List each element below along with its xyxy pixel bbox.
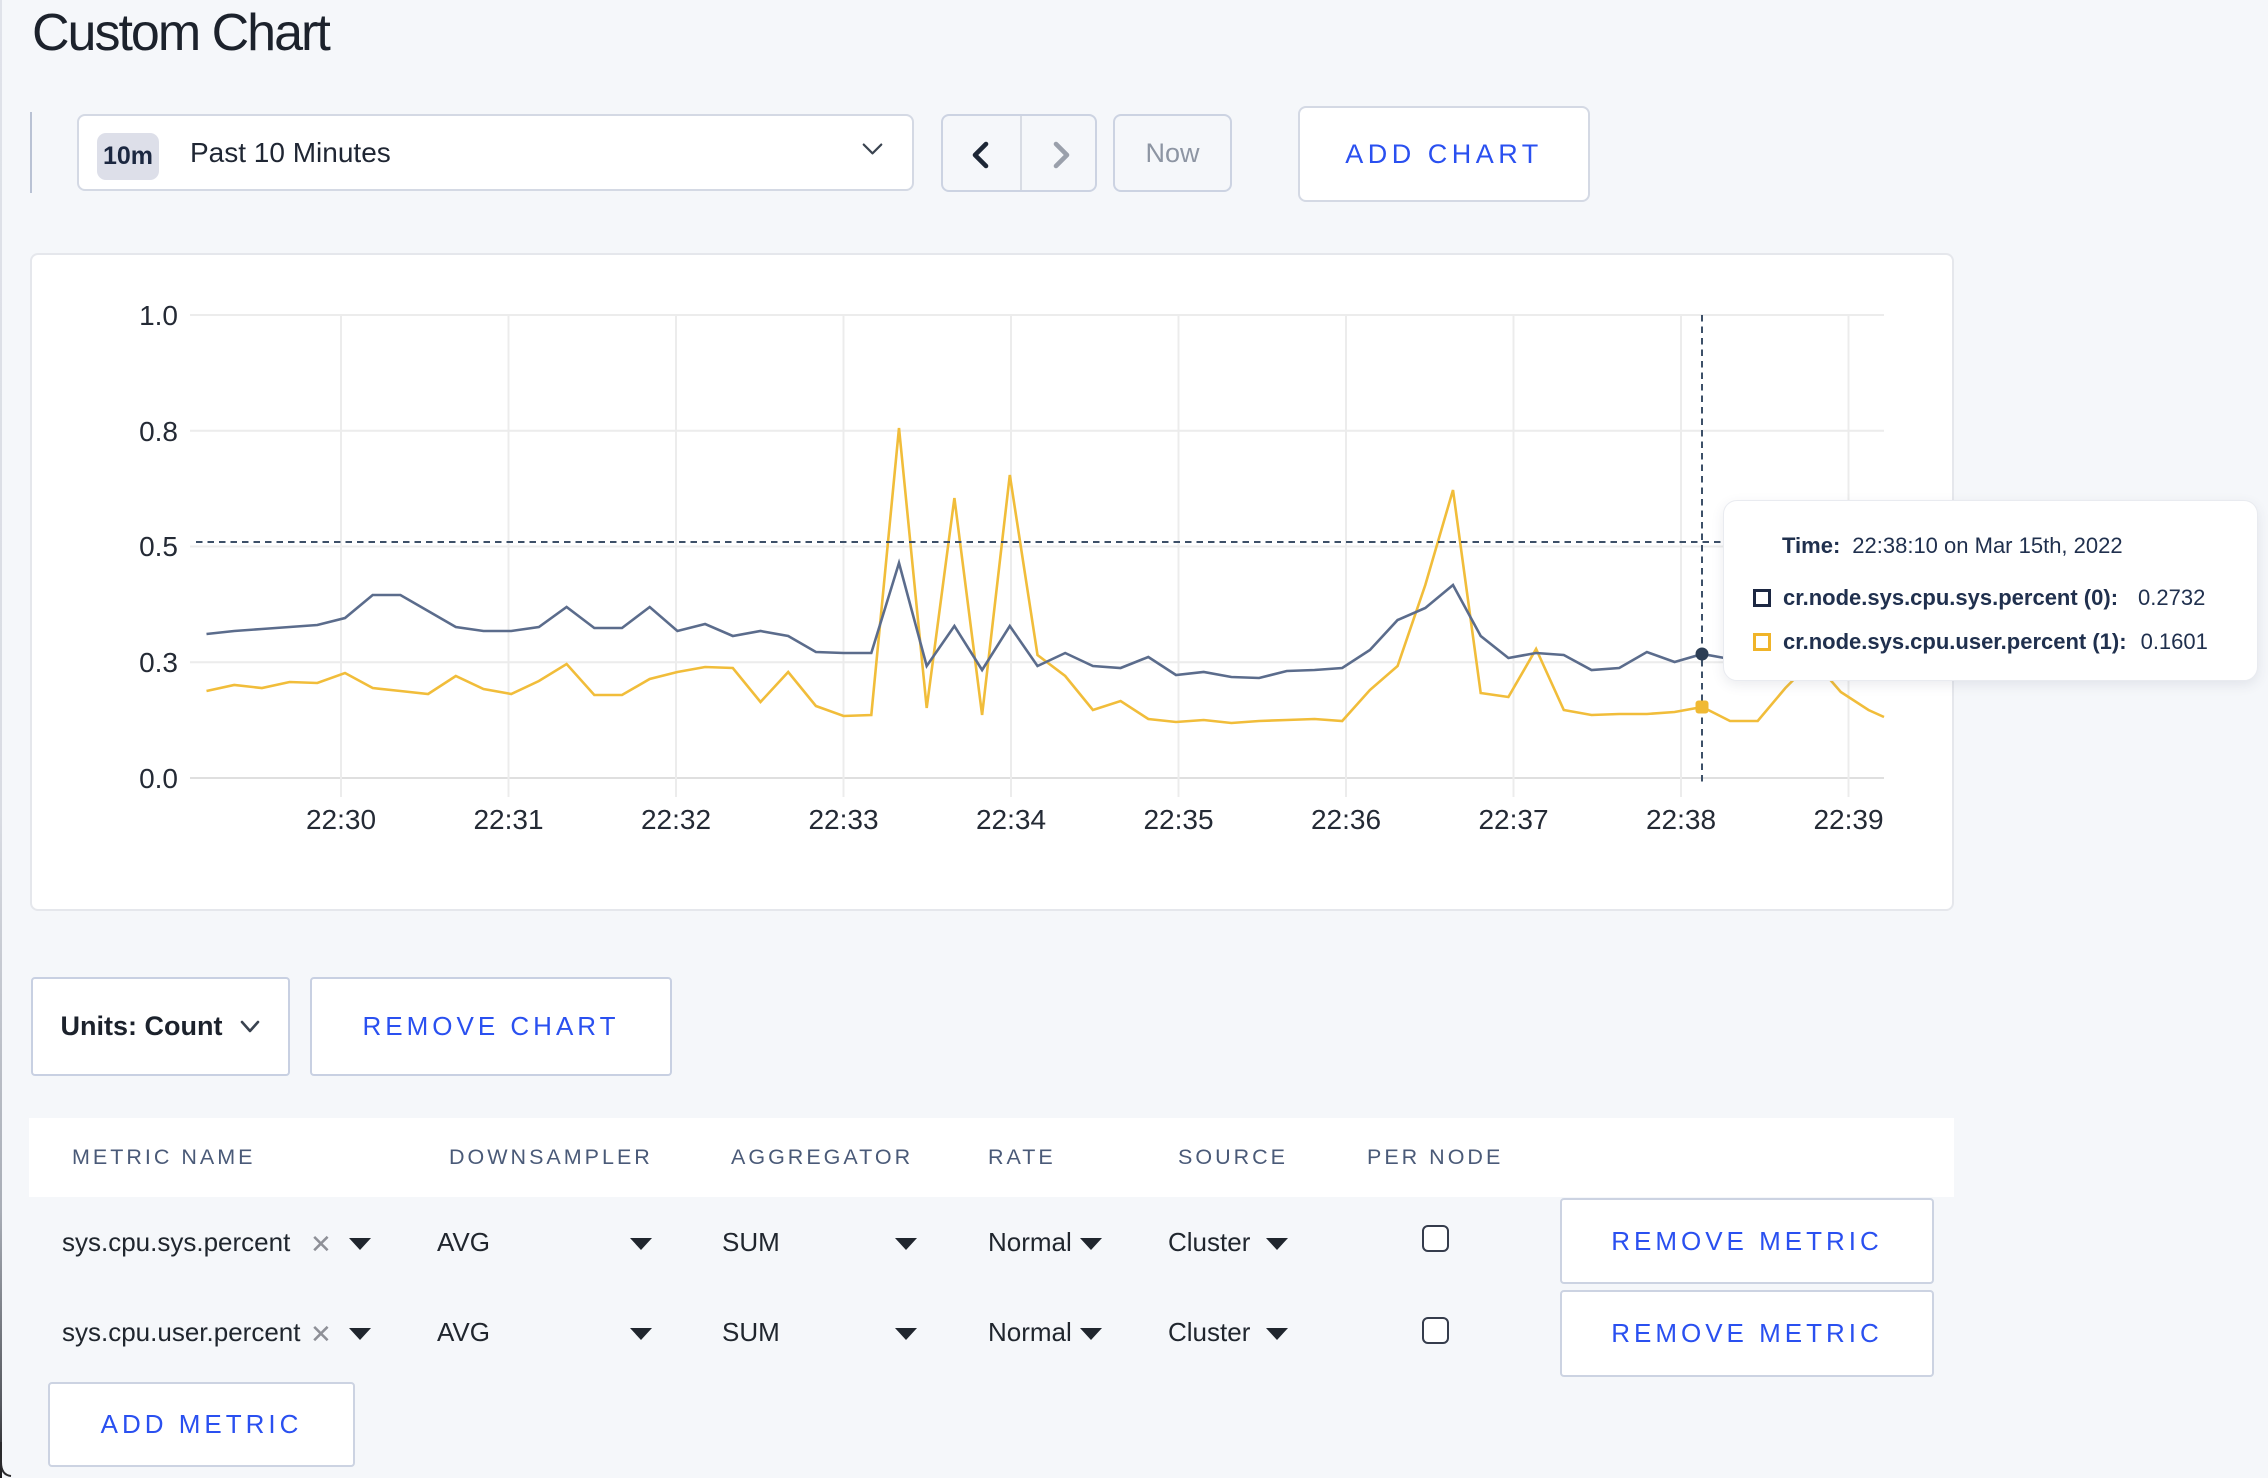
svg-text:0.0: 0.0 (139, 763, 178, 794)
svg-text:22:32: 22:32 (641, 804, 711, 835)
svg-text:0.8: 0.8 (139, 416, 178, 447)
svg-text:0.5: 0.5 (139, 531, 178, 562)
svg-text:22:37: 22:37 (1478, 804, 1548, 835)
svg-text:22:31: 22:31 (473, 804, 543, 835)
svg-text:0.3: 0.3 (139, 647, 178, 678)
svg-text:22:33: 22:33 (808, 804, 878, 835)
svg-text:22:35: 22:35 (1143, 804, 1213, 835)
svg-text:22:39: 22:39 (1813, 804, 1883, 835)
svg-text:22:34: 22:34 (976, 804, 1046, 835)
svg-text:22:38: 22:38 (1646, 804, 1716, 835)
svg-text:22:30: 22:30 (306, 804, 376, 835)
svg-text:1.0: 1.0 (139, 300, 178, 331)
svg-text:22:36: 22:36 (1311, 804, 1381, 835)
